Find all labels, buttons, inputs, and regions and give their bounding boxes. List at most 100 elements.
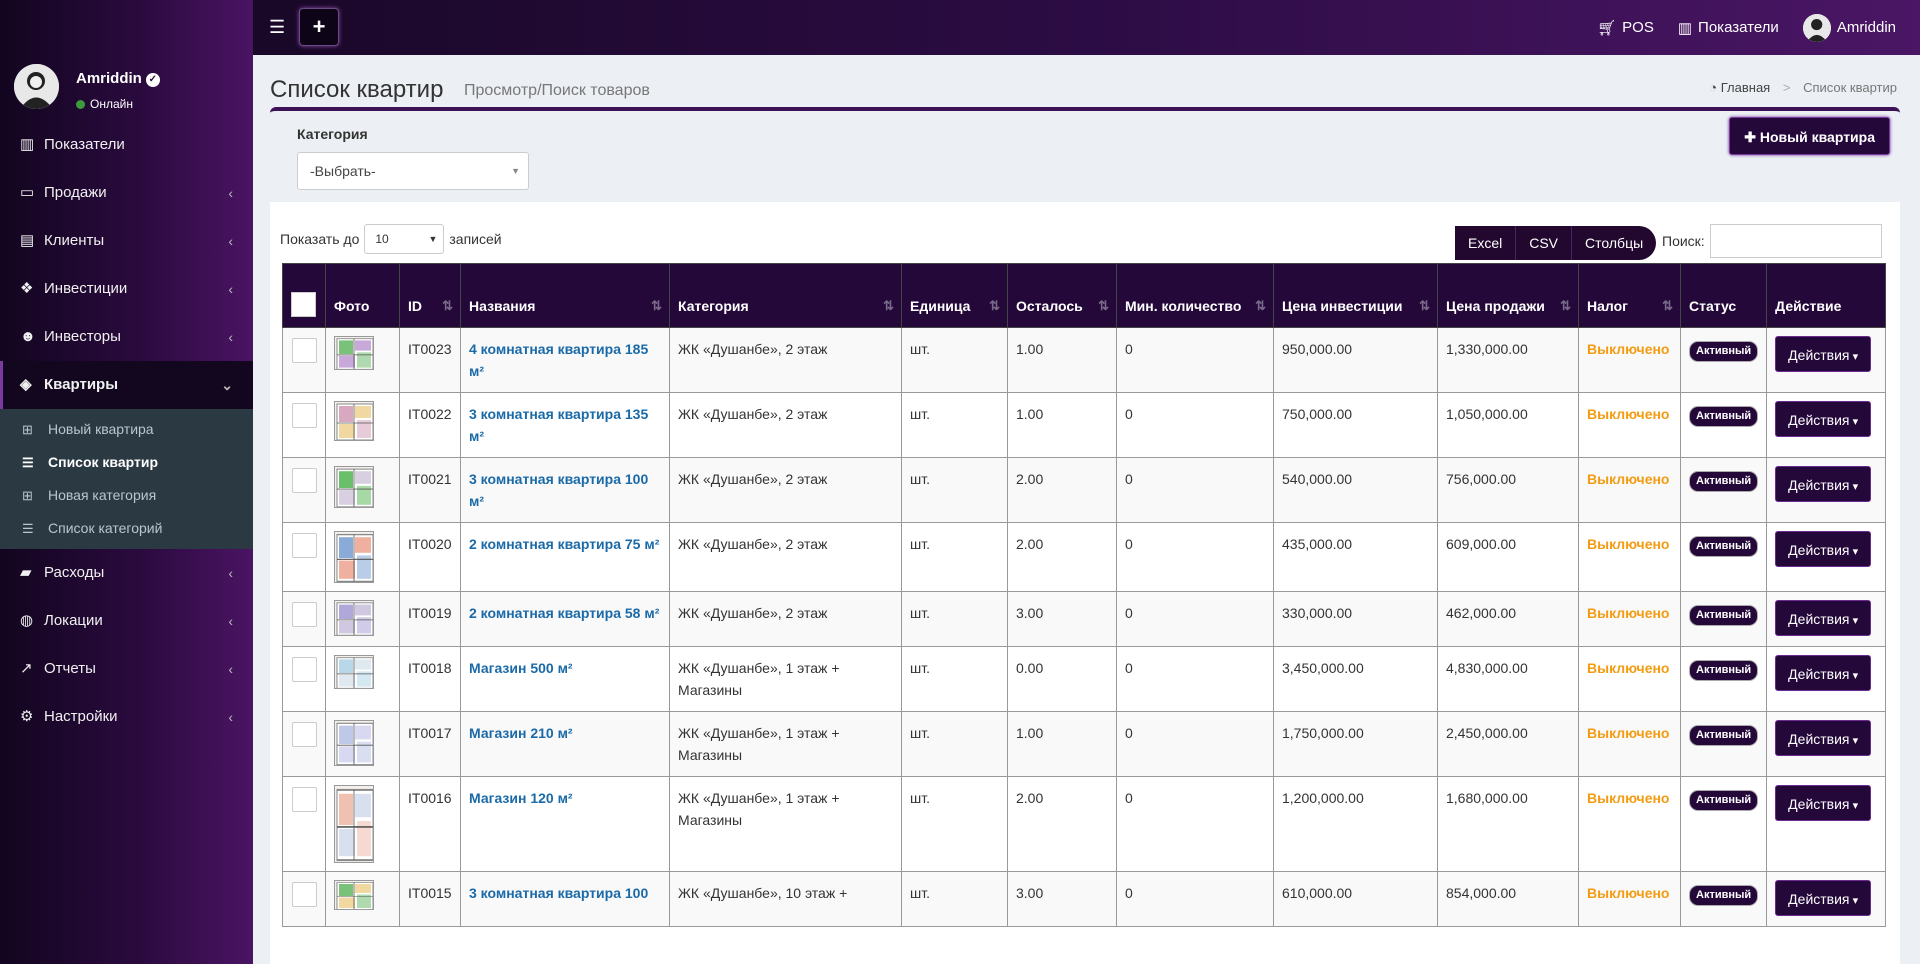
credit-card-icon: ▭ <box>20 184 35 201</box>
row-checkbox[interactable] <box>292 722 317 747</box>
sidebar-item-items2-1[interactable]: ◍ Локации ‹ <box>0 597 253 645</box>
sidebar-item-items-3[interactable]: ❖ Инвестиции ‹ <box>0 265 253 313</box>
floorplan-thumbnail[interactable] <box>334 720 374 766</box>
table-row[interactable]: IT0020 2 комнатная квартира 75 м² ЖК «Душа… <box>282 522 1886 592</box>
sidebar-item-items-4[interactable]: ☻ Инвесторы ‹ <box>0 313 253 361</box>
sidebar-item-items-1[interactable]: ▭ Продажи ‹ <box>0 169 253 217</box>
sidebar-item-items2-2[interactable]: ↗ Отчеты ‹ <box>0 645 253 693</box>
product-name-link[interactable]: Магазин 120 м² <box>469 790 573 806</box>
sidebar-item-items-0[interactable]: ▥ Показатели <box>0 121 253 169</box>
hamburger-menu-icon[interactable]: ☰ <box>269 17 289 37</box>
csv-button[interactable]: CSV <box>1516 226 1573 260</box>
user-name[interactable]: Amriddin ✓ <box>76 70 160 87</box>
submenu-item-1[interactable]: ☰ Список квартир <box>0 446 253 479</box>
pos-link[interactable]: 🛒︎ POS <box>1597 19 1654 37</box>
actions-dropdown-button[interactable]: Действия ▾ <box>1775 466 1872 502</box>
sidebar-item-items-2[interactable]: ▤ Клиенты ‹ <box>0 217 253 265</box>
actions-dropdown-button[interactable]: Действия ▾ <box>1775 720 1872 756</box>
row-checkbox[interactable] <box>292 787 317 812</box>
category-select[interactable]: -Выбрать- ▼ <box>297 152 529 190</box>
sort-icon: ⇅ <box>883 298 894 313</box>
col-sale-price[interactable]: Цена продажи ⇅ <box>1437 263 1579 328</box>
chevron-left-icon: ‹ <box>228 613 233 629</box>
floorplan-thumbnail[interactable] <box>334 785 374 863</box>
user-menu[interactable]: Amriddin <box>1802 13 1896 42</box>
product-name-link[interactable]: 3 комнатная квартира 135 м² <box>469 406 648 444</box>
thumbnail-cell <box>325 591 400 647</box>
columns-button[interactable]: Столбцы <box>1572 226 1657 260</box>
table-row[interactable]: IT0019 2 комнатная квартира 58 м² ЖК «Душа… <box>282 591 1886 647</box>
cell-id: IT0016 <box>408 790 452 806</box>
product-name-link[interactable]: 4 комнатная квартира 185 м² <box>469 341 648 379</box>
quick-add-button[interactable]: + <box>299 8 339 46</box>
product-name-link[interactable]: 3 комнатная квартира 100 м² <box>469 471 648 509</box>
floorplan-thumbnail[interactable] <box>334 655 374 689</box>
table-row[interactable]: IT0015 3 комнатная квартира 100 ЖК «Душанб… <box>282 871 1886 927</box>
col-left[interactable]: Осталось ⇅ <box>1007 263 1117 328</box>
cell-category-cell: ЖК «Душанбе», 1 этаж + Магазины <box>669 646 902 712</box>
floorplan-thumbnail[interactable] <box>334 600 374 636</box>
table-row[interactable]: IT0022 3 комнатная квартира 135 м² ЖК «Душ… <box>282 392 1886 458</box>
new-apartment-button[interactable]: ✚ Новый квартира <box>1729 117 1890 155</box>
row-checkbox[interactable] <box>292 533 317 558</box>
bar-chart-icon: ▥ <box>20 136 35 153</box>
actions-dropdown-button[interactable]: Действия ▾ <box>1775 655 1872 691</box>
floorplan-thumbnail[interactable] <box>334 401 374 441</box>
breadcrumb-home[interactable]: Главная <box>1721 80 1770 95</box>
search-input[interactable] <box>1709 224 1882 258</box>
submenu-item-2[interactable]: ⊞ Новая категория <box>0 479 253 512</box>
floorplan-thumbnail[interactable] <box>334 336 374 370</box>
cell-id-cell: IT0020 <box>399 522 461 592</box>
actions-dropdown-button[interactable]: Действия ▾ <box>1775 600 1872 636</box>
product-name-link[interactable]: Магазин 210 м² <box>469 725 573 741</box>
cell-sale-price-cell: 609,000.00 <box>1437 522 1579 592</box>
row-checkbox[interactable] <box>292 338 317 363</box>
actions-dropdown-button[interactable]: Действия ▾ <box>1775 336 1872 372</box>
excel-button[interactable]: Excel <box>1455 226 1517 260</box>
select-all-checkbox[interactable] <box>291 292 316 317</box>
table-row[interactable]: IT0023 4 комнатная квартира 185 м² ЖК «Душ… <box>282 327 1886 393</box>
floorplan-thumbnail[interactable] <box>334 531 374 583</box>
row-checkbox[interactable] <box>292 403 317 428</box>
table-row[interactable]: IT0021 3 комнатная квартира 100 м² ЖК «Душ… <box>282 457 1886 523</box>
actions-dropdown-button[interactable]: Действия ▾ <box>1775 880 1872 916</box>
col-unit[interactable]: Единица ⇅ <box>901 263 1008 328</box>
product-name-link[interactable]: 2 комнатная квартира 58 м² <box>469 605 659 621</box>
table-row[interactable]: IT0017 Магазин 210 м² ЖК «Душанбе», 1 этаж… <box>282 711 1886 777</box>
cell-invest-price-cell: 610,000.00 <box>1273 871 1438 927</box>
submenu-item-0[interactable]: ⊞ Новый квартира <box>0 413 253 446</box>
page-length-select[interactable]: 10 ▼ <box>364 224 445 254</box>
cell-name-cell: 4 комнатная квартира 185 м² <box>460 327 670 393</box>
actions-dropdown-button[interactable]: Действия ▾ <box>1775 531 1872 567</box>
floorplan-thumbnail[interactable] <box>334 880 374 910</box>
col-invest-price[interactable]: Цена инвестиции ⇅ <box>1273 263 1438 328</box>
actions-dropdown-button[interactable]: Действия ▾ <box>1775 401 1872 437</box>
cell-invest-price-cell: 950,000.00 <box>1273 327 1438 393</box>
col-name[interactable]: Названия ⇅ <box>460 263 670 328</box>
sidebar-item-items-5[interactable]: ◈ Квартиры ⌄ <box>0 361 253 409</box>
col-min-qty[interactable]: Мин. количество ⇅ <box>1116 263 1274 328</box>
submenu-item-3[interactable]: ☰ Список категорий <box>0 512 253 545</box>
row-checkbox[interactable] <box>292 657 317 682</box>
col-category[interactable]: Категория ⇅ <box>669 263 902 328</box>
row-checkbox[interactable] <box>292 602 317 627</box>
row-checkbox[interactable] <box>292 882 317 907</box>
col-tax[interactable]: Налог ⇅ <box>1578 263 1681 328</box>
floorplan-thumbnail[interactable] <box>334 466 374 508</box>
product-name-link[interactable]: Магазин 500 м² <box>469 660 573 676</box>
dashboard-link[interactable]: ▥ Показатели <box>1678 19 1779 37</box>
cell-sale-price-cell: 756,000.00 <box>1437 457 1579 523</box>
sidebar-item-items2-3[interactable]: ⚙ Настройки ‹ <box>0 693 253 741</box>
sidebar-item-items2-0[interactable]: ▰ Расходы ‹ <box>0 549 253 597</box>
cell-unit: шт. <box>910 536 930 552</box>
col-id[interactable]: ID ⇅ <box>399 263 461 328</box>
product-name-link[interactable]: 2 комнатная квартира 75 м² <box>469 536 659 552</box>
table-body: IT0023 4 комнатная квартира 185 м² ЖК «Душ… <box>282 327 1886 927</box>
table-row[interactable]: IT0016 Магазин 120 м² ЖК «Душанбе», 1 этаж… <box>282 776 1886 872</box>
product-name-link[interactable]: 3 комнатная квартира 100 <box>469 885 648 901</box>
cell-invest-price-cell: 330,000.00 <box>1273 591 1438 647</box>
table-row[interactable]: IT0018 Магазин 500 м² ЖК «Душанбе», 1 этаж… <box>282 646 1886 712</box>
row-checkbox[interactable] <box>292 468 317 493</box>
sidebar-item-label: Клиенты <box>44 232 105 249</box>
actions-dropdown-button[interactable]: Действия ▾ <box>1775 785 1872 821</box>
